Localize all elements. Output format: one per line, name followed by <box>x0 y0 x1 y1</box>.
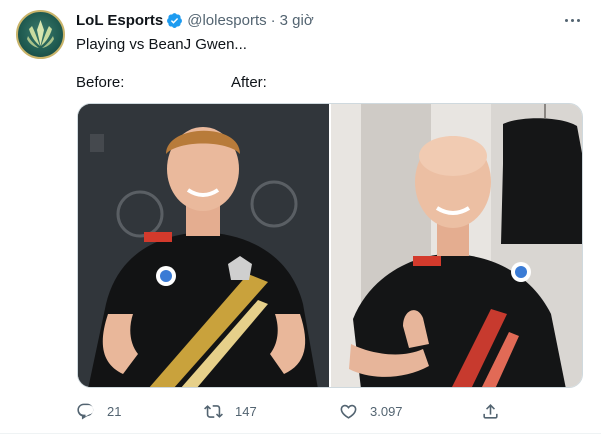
after-label: After: <box>231 74 267 91</box>
author-handle[interactable]: @lolesports <box>187 12 266 29</box>
like-button[interactable]: 3.097 <box>339 401 403 421</box>
after-photo[interactable] <box>331 104 582 387</box>
like-icon <box>340 404 357 419</box>
separator-dot: · <box>270 11 276 29</box>
reply-icon <box>77 403 94 420</box>
author-name[interactable]: LoL Esports <box>76 12 163 29</box>
before-photo[interactable] <box>78 104 329 387</box>
avatar[interactable] <box>16 10 65 59</box>
tweet-text: Playing vs BeanJ Gwen... <box>76 36 247 53</box>
tweet-actions: 21 147 3.097 <box>76 401 516 421</box>
like-count: 3.097 <box>370 403 403 419</box>
tweet-media <box>77 103 583 388</box>
tweet-header: LoL Esports @lolesports · 3 giờ <box>76 10 314 30</box>
verified-badge-icon <box>167 12 183 28</box>
before-label: Before: <box>76 74 125 91</box>
more-icon[interactable] <box>561 10 583 30</box>
retweet-button[interactable]: 147 <box>204 401 257 421</box>
share-button[interactable] <box>481 401 500 421</box>
share-icon <box>483 403 498 419</box>
reply-button[interactable]: 21 <box>76 401 121 421</box>
reply-count: 21 <box>107 403 122 419</box>
tweet[interactable]: LoL Esports @lolesports · 3 giờ Playing … <box>0 0 601 434</box>
tweet-timestamp[interactable]: 3 giờ <box>280 12 314 29</box>
retweet-count: 147 <box>235 403 257 419</box>
retweet-icon <box>204 404 223 418</box>
lol-esports-logo-icon <box>27 20 54 48</box>
